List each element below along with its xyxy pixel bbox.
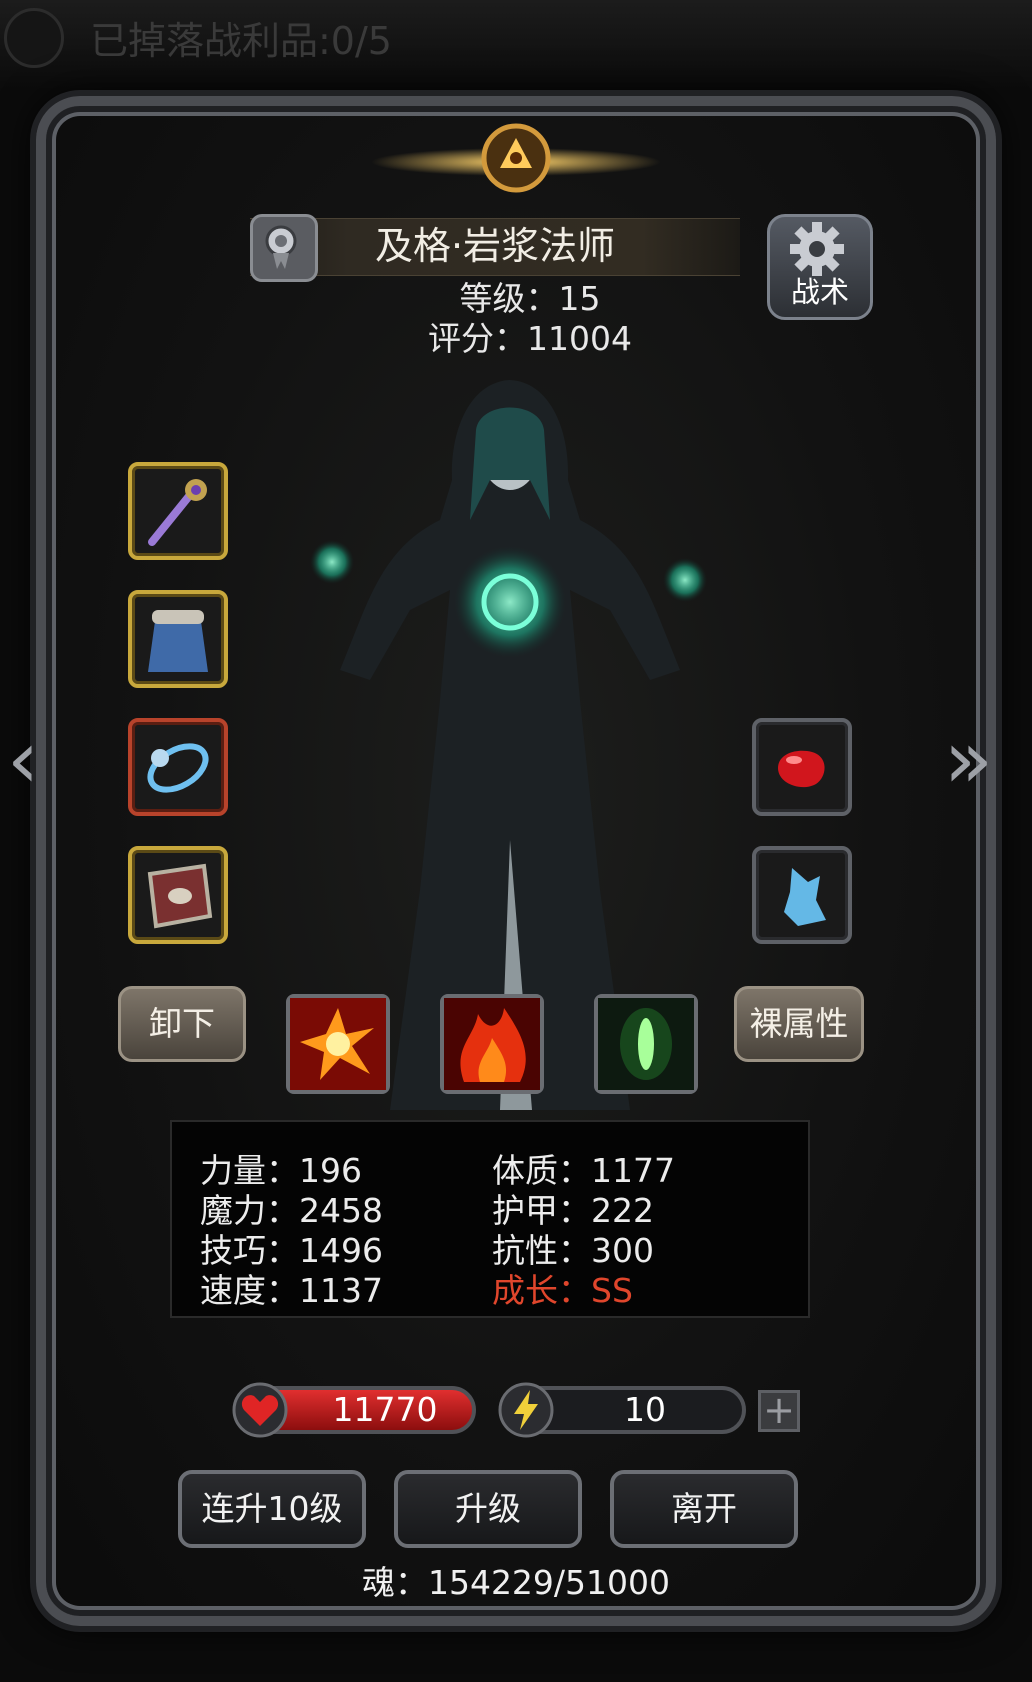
base-stats-button[interactable]: 裸属性: [734, 986, 864, 1062]
crest-emblem-icon: [371, 123, 661, 193]
fire-burst-skill-icon: [290, 998, 386, 1090]
green-light-skill-icon: [598, 998, 694, 1090]
stat-growth: 成长：SS: [492, 1271, 633, 1310]
tactics-label: 战术: [790, 275, 849, 309]
amulet-icon: [147, 743, 209, 793]
stat-speed: 速度：1137: [200, 1271, 383, 1310]
hp-value: 11770: [332, 1390, 438, 1429]
lightning-icon: [498, 1382, 554, 1438]
unequip-button[interactable]: 卸下: [118, 986, 246, 1062]
equip-slot-cloak[interactable]: [128, 590, 228, 688]
leave-button[interactable]: 离开: [610, 1470, 798, 1548]
skill-slot-3[interactable]: [594, 994, 698, 1094]
equip-slot-gem[interactable]: [752, 718, 852, 816]
ice-crystal-icon: [784, 868, 826, 926]
level-up-button[interactable]: 升级: [394, 1470, 582, 1548]
equip-slot-crystal[interactable]: [752, 846, 852, 944]
equip-slot-weapon[interactable]: [128, 462, 228, 560]
equip-slot-armor[interactable]: [128, 846, 228, 944]
staff-icon: [148, 479, 207, 546]
energy-value: 10: [624, 1390, 666, 1429]
prev-hero-arrow-icon[interactable]: ‹: [0, 712, 46, 808]
tactics-button[interactable]: 战术: [767, 214, 873, 320]
cloak-icon: [148, 610, 208, 672]
red-gem-icon: [778, 750, 825, 788]
shield-icon: [147, 863, 213, 929]
next-hero-arrow-icon[interactable]: »: [944, 712, 993, 808]
hero-name: 及格·岩浆法师: [374, 224, 616, 268]
loot-counter: 已掉落战利品:0/5: [90, 19, 392, 63]
loot-icon: [4, 8, 64, 68]
hero-score: 评分：11004: [428, 319, 632, 358]
skill-slot-1[interactable]: [286, 994, 390, 1094]
level-up-10-button[interactable]: 连升10级: [178, 1470, 366, 1548]
equip-slot-amulet[interactable]: [128, 718, 228, 816]
skill-slot-2[interactable]: [440, 994, 544, 1094]
add-energy-button[interactable]: +: [758, 1390, 800, 1432]
soul-counter: 魂：154229/51000: [361, 1563, 671, 1602]
heart-icon: [232, 1382, 288, 1438]
flame-skill-icon: [444, 998, 540, 1090]
